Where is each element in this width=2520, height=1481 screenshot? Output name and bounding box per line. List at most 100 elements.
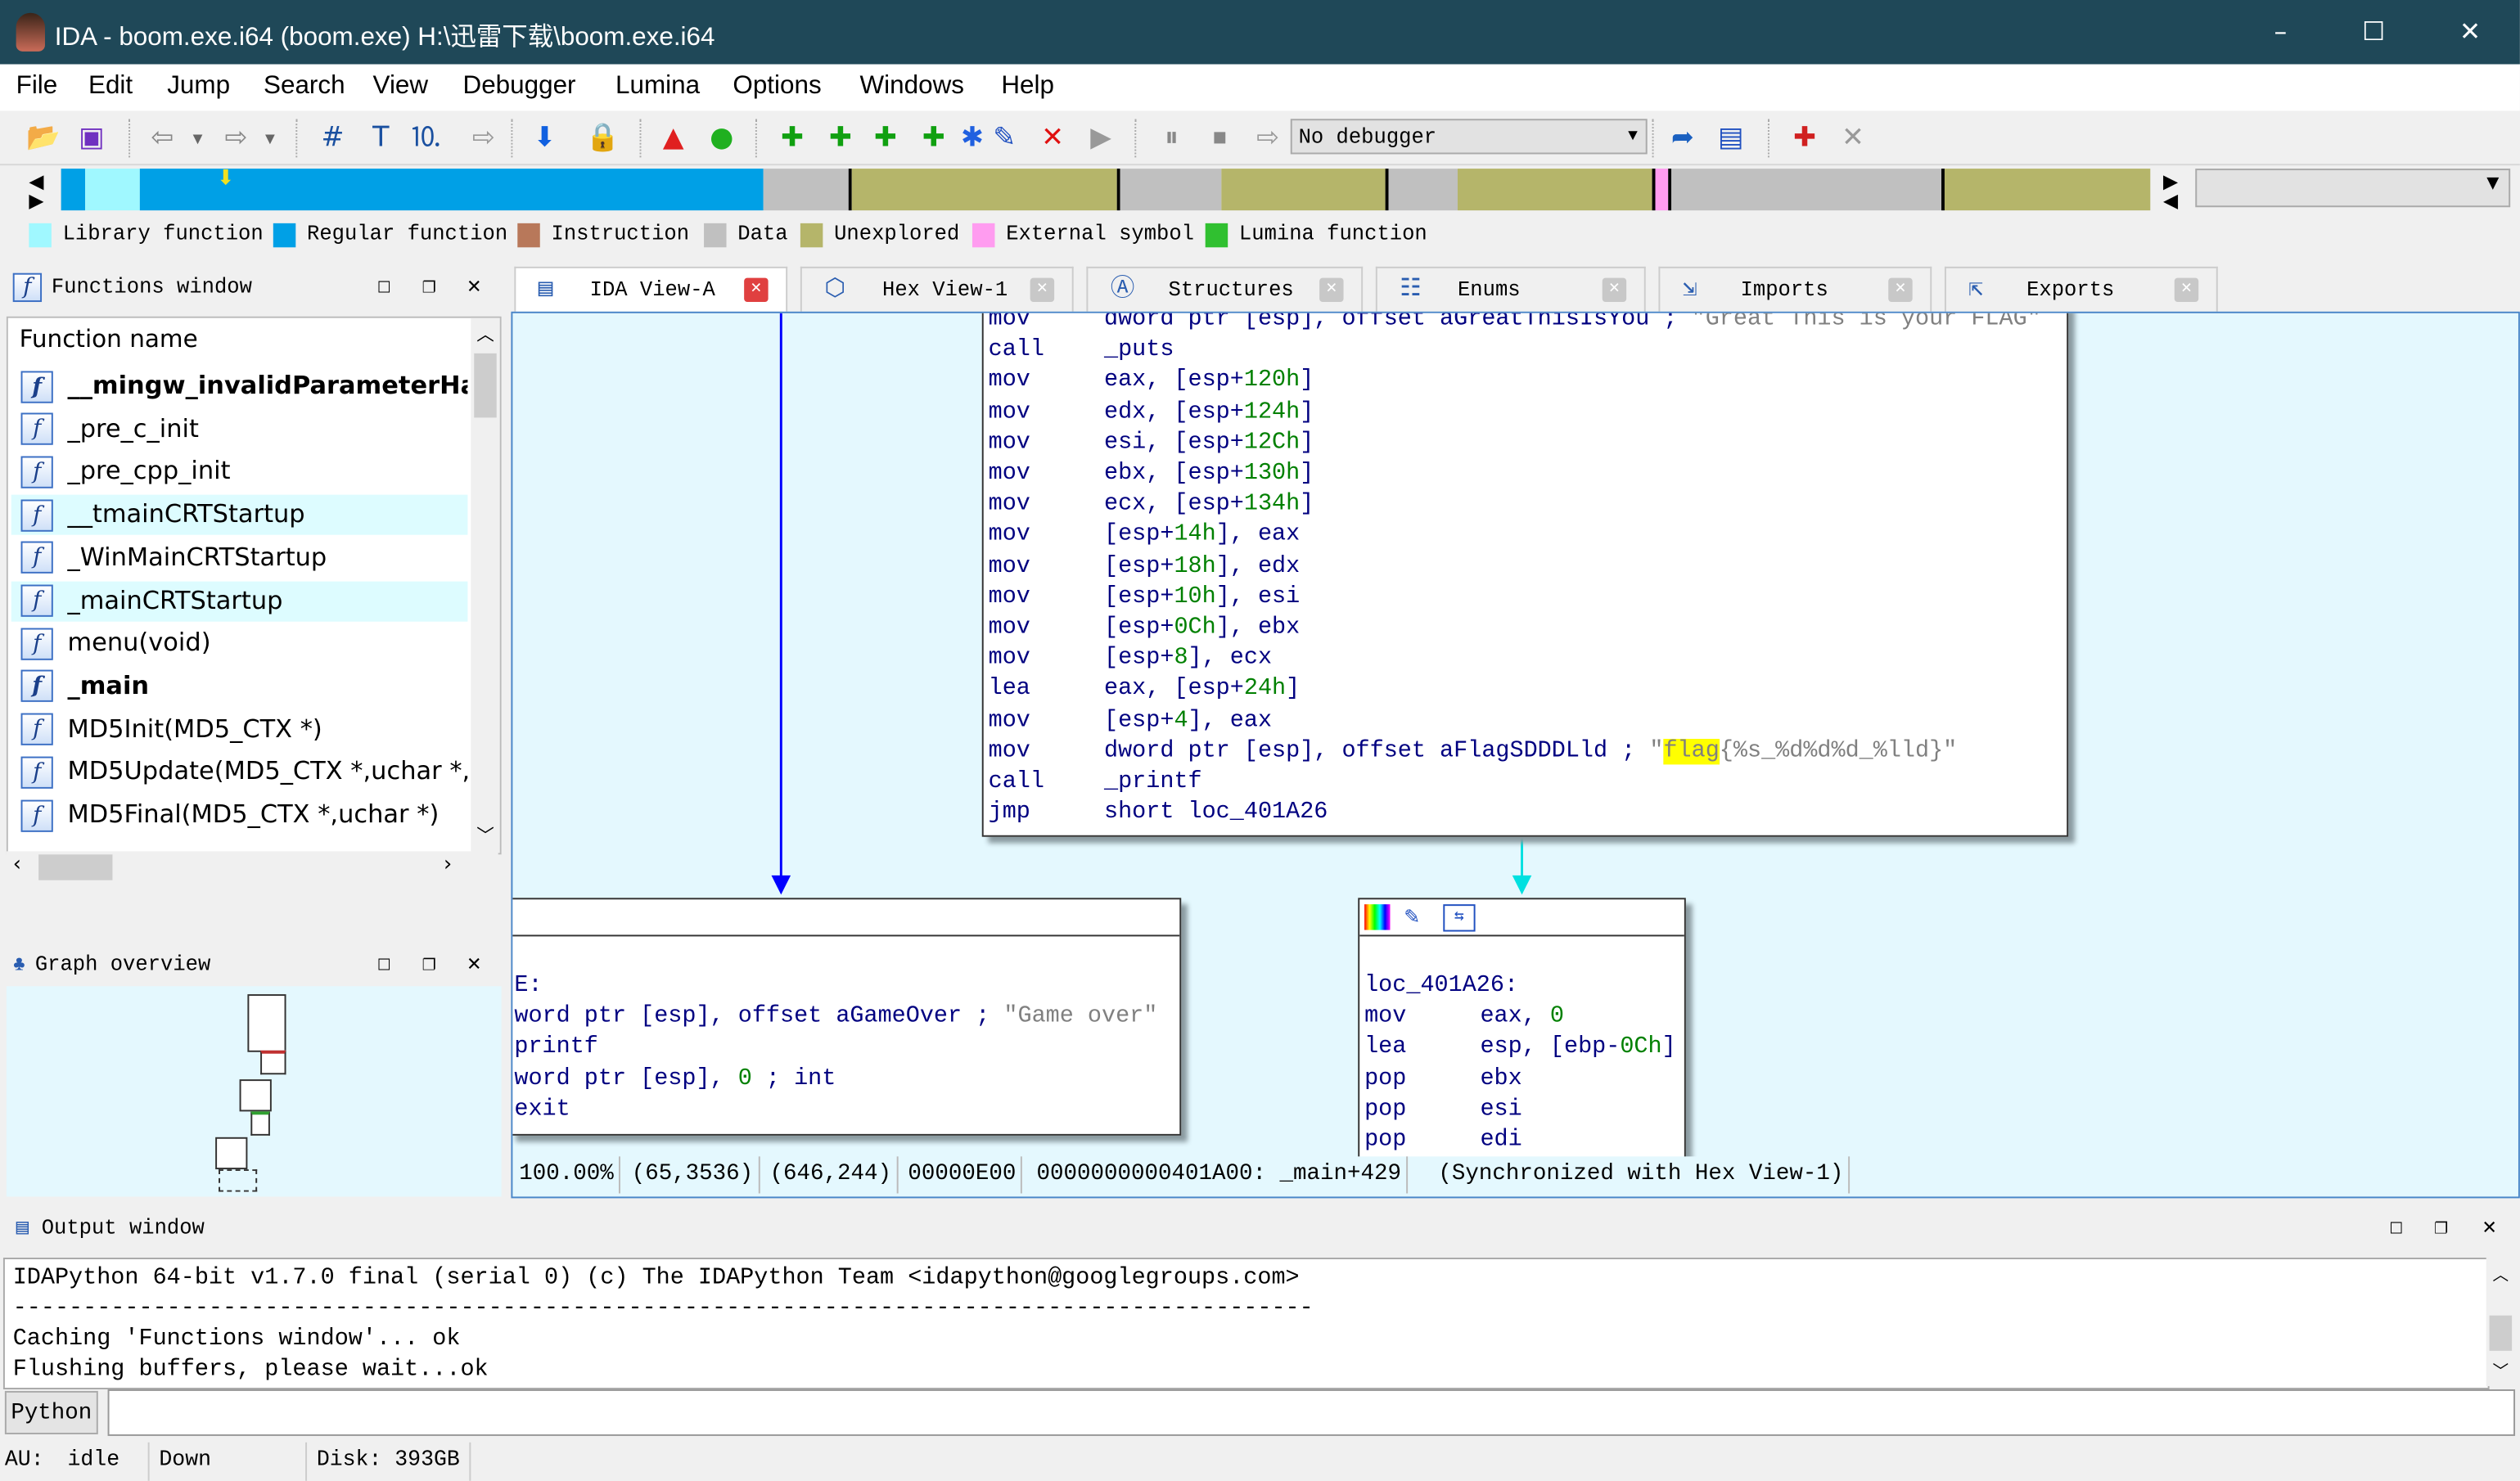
play-icon[interactable]: ▶ [1083, 120, 1118, 155]
scrollbar-thumb[interactable] [38, 854, 113, 880]
code-block-main[interactable]: mov dword ptr [esp], offset aGreatThisIsY… [981, 313, 2069, 837]
group-icon[interactable]: ⇆ [1443, 904, 1476, 932]
search-text-icon[interactable]: T [363, 120, 399, 155]
close-panel-icon[interactable]: ✕ [2475, 1208, 2504, 1249]
close-panel-icon[interactable]: ✕ [460, 267, 489, 308]
close-tab-icon[interactable]: ✕ [1030, 277, 1055, 303]
code-line[interactable]: mov esi, [esp+12Ch] [989, 429, 1314, 459]
function-list-item[interactable]: f _WinMainCRTStartup [11, 538, 468, 578]
code-line[interactable]: word ptr [esp], 0 ; int [514, 1065, 836, 1095]
float-panel-icon[interactable]: ❐ [415, 267, 444, 308]
code-line[interactable]: mov ecx, [esp+134h] [989, 490, 1314, 520]
close-tab-icon[interactable]: ✕ [1888, 277, 1913, 303]
code-line[interactable]: lea esp, [ebp-0Ch] [1364, 1033, 1676, 1064]
function-list-item[interactable]: f __tmainCRTStartup [11, 494, 468, 535]
code-line[interactable]: mov [esp+10h], esi [989, 583, 1301, 613]
scrollbar-thumb[interactable] [2489, 1315, 2513, 1351]
menu-windows[interactable]: Windows [860, 72, 964, 101]
graph-overview-canvas[interactable] [6, 986, 502, 1197]
close-tab-icon[interactable]: ✕ [1602, 277, 1627, 303]
tab-imports[interactable]: ⇲ Imports ✕ [1658, 266, 1932, 312]
create-struct-icon[interactable]: ✚ [868, 120, 903, 155]
create-string-icon[interactable]: ✚ [916, 120, 951, 155]
menu-jump[interactable]: Jump [167, 72, 230, 101]
step-into-icon[interactable]: ⇨ [1251, 120, 1286, 155]
create-data-icon[interactable]: ✚ [823, 120, 858, 155]
nav-left-icon[interactable]: ◀ ▶ [29, 172, 43, 210]
close-panel-icon[interactable]: ✕ [460, 944, 489, 986]
menu-search[interactable]: Search [264, 72, 345, 101]
start-icon[interactable]: ● [704, 120, 739, 155]
code-line[interactable]: loc_401A26: [1364, 972, 1518, 1002]
forward-icon[interactable]: ⇨ [219, 120, 254, 155]
jump-down-icon[interactable]: ⬇ [527, 120, 562, 155]
code-line[interactable]: pop edi [1364, 1126, 1522, 1156]
code-line[interactable]: lea eax, [esp+24h] [989, 675, 1301, 705]
code-line[interactable]: call _printf [989, 768, 1202, 798]
breakpoint-list-icon[interactable]: ▤ [1713, 120, 1748, 155]
code-line[interactable]: mov dword ptr [esp], offset aFlagSDDDLld … [989, 737, 1957, 768]
scroll-up-icon[interactable]: ︿ [2486, 1261, 2515, 1285]
save-icon[interactable]: ▣ [74, 120, 109, 155]
menu-help[interactable]: Help [1001, 72, 1054, 101]
scroll-down-icon[interactable]: ﹀ [471, 822, 499, 848]
code-line[interactable]: pop ebx [1364, 1065, 1522, 1095]
function-list-item[interactable]: f _mainCRTStartup [11, 580, 468, 621]
maximize-button[interactable]: ☐ [2350, 13, 2398, 52]
function-list-item[interactable]: f MD5Init(MD5_CTX *) [11, 709, 468, 750]
code-line[interactable]: mov [esp+18h], edx [989, 551, 1301, 582]
open-icon[interactable]: 📂 [25, 120, 61, 155]
code-line[interactable]: printf [514, 1033, 598, 1064]
scroll-down-icon[interactable]: ﹀ [2486, 1357, 2515, 1382]
code-line[interactable]: mov [esp+0Ch], ebx [989, 614, 1301, 644]
function-list-item[interactable]: f MD5Update(MD5_CTX *,uchar *,uint) [11, 752, 467, 792]
step-over-icon[interactable]: ➦ [1665, 120, 1700, 155]
create-code-icon[interactable]: ✚ [774, 120, 809, 155]
function-list-item[interactable]: f _pre_cpp_init [11, 452, 468, 492]
code-block-game-over[interactable]: E: word ptr [esp], offset aGameOver ; "Ga… [512, 898, 1182, 1136]
code-line[interactable]: jmp short loc_401A26 [989, 799, 1328, 829]
menu-edit[interactable]: Edit [88, 72, 133, 101]
scrollbar-thumb[interactable] [474, 353, 497, 418]
search-binary-icon[interactable]: ⒑ [408, 120, 444, 155]
function-list-item[interactable]: f _main [11, 666, 468, 706]
maximize-panel-icon[interactable]: ☐ [2382, 1208, 2410, 1249]
vertical-scrollbar[interactable]: ︿ ﹀ [471, 317, 500, 853]
code-line[interactable]: mov [esp+8], ecx [989, 645, 1272, 675]
overview-viewport[interactable] [219, 1169, 258, 1192]
python-command-input[interactable] [107, 1389, 2516, 1436]
nav-right-icon[interactable]: ▶ ◀ [2163, 172, 2178, 210]
add-breakpoint-icon[interactable]: ✚ [1787, 120, 1823, 155]
forward-dropdown-icon[interactable]: ▾ [260, 120, 280, 155]
float-panel-icon[interactable]: ❐ [2427, 1208, 2455, 1249]
code-line[interactable]: mov edx, [esp+124h] [989, 398, 1314, 428]
tab-ida-view-a[interactable]: ▤ IDA View-A ✕ [514, 266, 788, 312]
function-list-item[interactable]: f __mingw_invalidParameterHandler [11, 367, 467, 407]
navigation-band[interactable]: ◀ ▶ ▶ ◀ ⬇ [0, 165, 2520, 217]
function-list-item[interactable]: f _pre_c_init [11, 409, 468, 449]
maximize-panel-icon[interactable]: ☐ [370, 267, 399, 308]
function-list-item[interactable]: f MD5Final(MD5_CTX *,uchar *) [11, 795, 468, 835]
tab-enums[interactable]: ☷ Enums ✕ [1375, 266, 1646, 312]
code-line[interactable]: exit [514, 1095, 570, 1125]
graph-icon[interactable]: ▲ [656, 120, 691, 155]
menu-debugger[interactable]: Debugger [463, 72, 576, 101]
lock-icon[interactable]: 🔒 [585, 120, 620, 155]
code-block-loc-401a26[interactable]: ✎ ⇆ loc_401A26: mov eax, 0 lea esp, [ebp-0Ch… [1358, 898, 1686, 1174]
close-tab-icon[interactable]: ✕ [1319, 277, 1344, 303]
output-scrollbar[interactable]: ︿ ﹀ [2486, 1258, 2516, 1387]
menu-options[interactable]: Options [733, 72, 821, 101]
search-next-icon[interactable]: ⇨ [466, 120, 501, 155]
tab-structures[interactable]: Ⓐ Structures ✕ [1086, 266, 1364, 312]
column-header-function-name[interactable]: Function name [20, 325, 198, 353]
code-line[interactable]: mov eax, 0 [1364, 1002, 1564, 1033]
stop-icon[interactable]: ⏹ [1202, 120, 1237, 155]
scroll-right-icon[interactable]: › [444, 853, 452, 876]
rename-icon[interactable]: ✎ [1404, 901, 1419, 931]
code-line[interactable]: mov dword ptr [esp], offset aGreatThisIsY… [989, 313, 2041, 335]
close-button[interactable]: ✕ [2446, 13, 2495, 52]
back-dropdown-icon[interactable]: ▾ [188, 120, 208, 155]
delete-icon[interactable]: ✕ [1035, 120, 1071, 155]
close-tab-icon[interactable]: ✕ [744, 277, 769, 303]
tab-exports[interactable]: ⇱ Exports ✕ [1944, 266, 2218, 312]
